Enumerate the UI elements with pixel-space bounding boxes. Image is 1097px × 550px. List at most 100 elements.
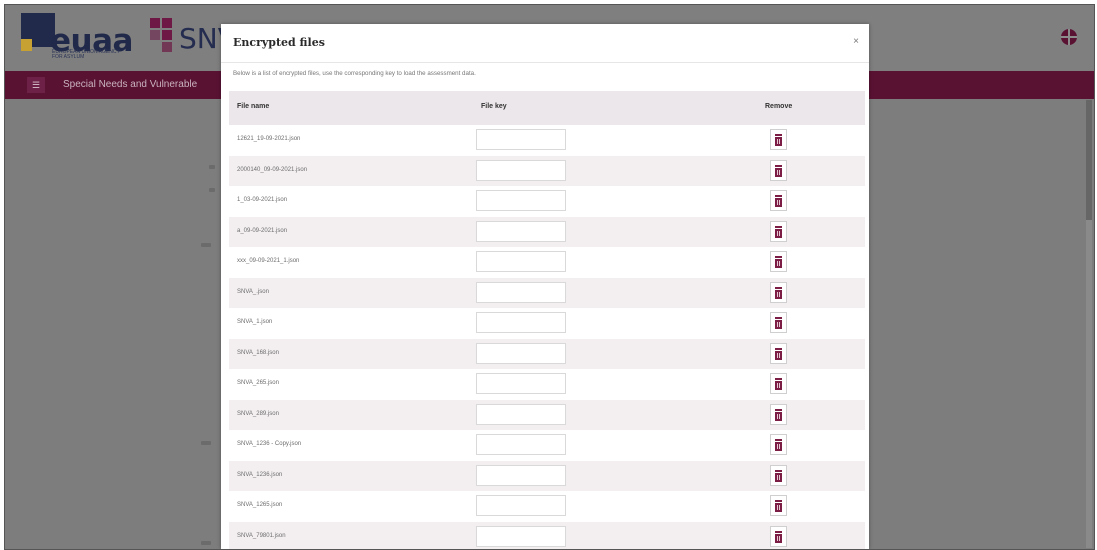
trash-icon-lid (775, 500, 782, 502)
remove-file-button[interactable] (770, 434, 787, 455)
file-key-input[interactable] (476, 160, 566, 181)
trash-icon-lid (775, 134, 782, 136)
table-row: SNVA_289.json (229, 400, 865, 431)
remove-file-button[interactable] (770, 129, 787, 150)
trash-icon-body (775, 168, 782, 177)
remove-file-button[interactable] (770, 526, 787, 547)
column-header-remove: Remove (765, 103, 792, 110)
trash-icon-lid (775, 531, 782, 533)
table-body: 12621_19-09-2021.json2000140_09-09-2021.… (229, 125, 865, 550)
trash-icon-lid (775, 165, 782, 167)
trash-icon-lid (775, 409, 782, 411)
trash-icon-lid (775, 439, 782, 441)
snva-logo[interactable]: SNVA (150, 18, 230, 58)
file-name-cell: SNVA_1265.json (237, 502, 282, 508)
table-row: SNVA_1236.json (229, 461, 865, 492)
table-row: 12621_19-09-2021.json (229, 125, 865, 156)
background-text-fragment (209, 188, 215, 192)
remove-file-button[interactable] (770, 343, 787, 364)
column-header-file-name: File name (237, 103, 269, 110)
trash-icon-lid (775, 287, 782, 289)
trash-icon-body (775, 259, 782, 268)
trash-icon-lid (775, 348, 782, 350)
file-name-cell: SNVA_1236.json (237, 472, 282, 478)
snva-logo-block (150, 30, 160, 40)
trash-icon-body (775, 198, 782, 207)
remove-file-button[interactable] (770, 373, 787, 394)
page-scrollbar[interactable] (1086, 100, 1092, 548)
remove-file-button[interactable] (770, 160, 787, 181)
file-key-input[interactable] (476, 404, 566, 425)
trash-icon-body (775, 473, 782, 482)
table-row: SNVA_1265.json (229, 491, 865, 522)
remove-file-button[interactable] (770, 404, 787, 425)
file-key-input[interactable] (476, 190, 566, 211)
file-key-input[interactable] (476, 282, 566, 303)
file-name-cell: SNVA_1236 - Copy.json (237, 441, 301, 447)
file-key-input[interactable] (476, 343, 566, 364)
table-row: a_09-09-2021.json (229, 217, 865, 248)
table-row: xxx_09-09-2021_1.json (229, 247, 865, 278)
euaa-logo-accent (21, 39, 32, 51)
background-text-fragment (201, 243, 211, 247)
file-key-input[interactable] (476, 465, 566, 486)
trash-icon-body (775, 534, 782, 543)
globe-icon[interactable] (1061, 29, 1077, 45)
background-text-fragment (209, 165, 215, 169)
file-name-cell: SNVA_289.json (237, 411, 279, 417)
encrypted-files-dialog: Encrypted files × Below is a list of enc… (221, 24, 869, 549)
trash-icon-lid (775, 195, 782, 197)
remove-file-button[interactable] (770, 221, 787, 242)
table-row: SNVA_.json (229, 278, 865, 309)
dialog-title: Encrypted files (233, 36, 325, 49)
euaa-logo-subtext: EUROPEAN UNION AGENCY FOR ASYLUM (52, 50, 122, 60)
trash-icon-lid (775, 378, 782, 380)
close-icon[interactable]: × (853, 36, 859, 47)
encrypted-files-table: File name File key Remove 12621_19-09-20… (229, 91, 865, 550)
trash-icon-body (775, 320, 782, 329)
euaa-logo[interactable]: euaa EUROPEAN UNION AGENCY FOR ASYLUM (21, 13, 136, 59)
table-row: SNVA_265.json (229, 369, 865, 400)
file-name-cell: SNVA_79801.json (237, 533, 286, 539)
file-name-cell: SNVA_.json (237, 289, 269, 295)
trash-icon-lid (775, 317, 782, 319)
dialog-description: Below is a list of encrypted files, use … (233, 70, 476, 77)
table-row: 2000140_09-09-2021.json (229, 156, 865, 187)
file-key-input[interactable] (476, 373, 566, 394)
trash-icon-body (775, 442, 782, 451)
trash-icon-body (775, 290, 782, 299)
file-name-cell: SNVA_1.json (237, 319, 272, 325)
dialog-divider (221, 62, 869, 63)
file-key-input[interactable] (476, 251, 566, 272)
file-key-input[interactable] (476, 129, 566, 150)
table-row: SNVA_168.json (229, 339, 865, 370)
remove-file-button[interactable] (770, 495, 787, 516)
remove-file-button[interactable] (770, 190, 787, 211)
menu-icon[interactable]: ☰ (27, 77, 45, 93)
trash-icon-body (775, 229, 782, 238)
table-row: SNVA_79801.json (229, 522, 865, 550)
file-key-input[interactable] (476, 312, 566, 333)
trash-icon-body (775, 351, 782, 360)
file-key-input[interactable] (476, 434, 566, 455)
trash-icon-body (775, 412, 782, 421)
file-key-input[interactable] (476, 495, 566, 516)
remove-file-button[interactable] (770, 465, 787, 486)
file-key-input[interactable] (476, 526, 566, 547)
file-name-cell: SNVA_265.json (237, 380, 279, 386)
trash-icon-lid (775, 256, 782, 258)
trash-icon-lid (775, 470, 782, 472)
trash-icon-lid (775, 226, 782, 228)
table-row: 1_03-09-2021.json (229, 186, 865, 217)
file-name-cell: a_09-09-2021.json (237, 228, 287, 234)
remove-file-button[interactable] (770, 251, 787, 272)
app-window: euaa EUROPEAN UNION AGENCY FOR ASYLUM SN… (4, 4, 1095, 550)
remove-file-button[interactable] (770, 312, 787, 333)
file-name-cell: SNVA_168.json (237, 350, 279, 356)
file-key-input[interactable] (476, 221, 566, 242)
table-row: SNVA_1236 - Copy.json (229, 430, 865, 461)
page-scrollbar-thumb[interactable] (1086, 100, 1092, 220)
remove-file-button[interactable] (770, 282, 787, 303)
background-text-fragment (201, 541, 211, 545)
file-name-cell: xxx_09-09-2021_1.json (237, 258, 299, 264)
